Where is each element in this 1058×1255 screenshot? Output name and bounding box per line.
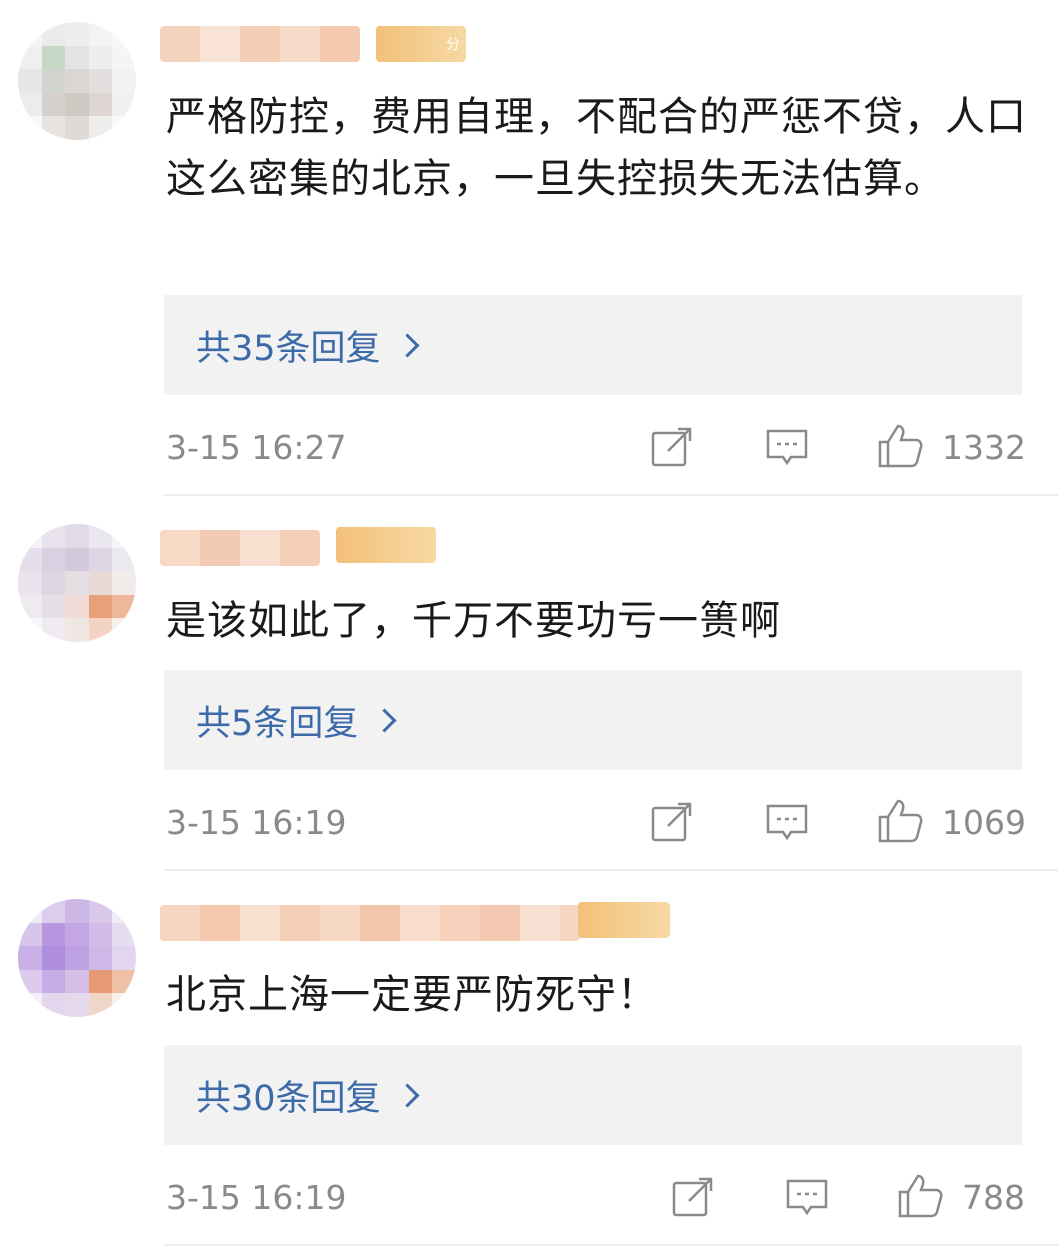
timestamp: 3-15 16:19 (166, 1178, 347, 1217)
timestamp: 3-15 16:27 (166, 428, 347, 467)
member-badge (578, 902, 670, 938)
comment-text: 严格防控，费用自理，不配合的严惩不贷，人口这么密集的北京，一旦失控损失无法估算。 (166, 94, 1027, 202)
comment-icon[interactable] (765, 425, 809, 469)
avatar[interactable] (18, 22, 136, 140)
share-icon[interactable] (650, 425, 694, 469)
comment-text: 是该如此了，千万不要功亏一篑啊 (166, 598, 781, 644)
avatar[interactable] (18, 524, 136, 642)
replies-link[interactable]: 共30条回复 (164, 1045, 1022, 1145)
like-count: 788 (962, 1178, 1025, 1217)
thumbs-up-icon[interactable] (876, 797, 924, 845)
thumbs-up-icon[interactable] (896, 1172, 944, 1220)
replies-link[interactable]: 共35条回复 (164, 295, 1022, 395)
chevron-right-icon (372, 707, 397, 733)
comment-text: 北京上海一定要严防死守！ (166, 972, 658, 1018)
replies-label: 共5条回复 (196, 703, 359, 744)
share-icon[interactable] (650, 800, 694, 844)
replies-label: 共35条回复 (196, 328, 381, 369)
like-count: 1332 (942, 428, 1026, 467)
badge-label: 分 (446, 37, 460, 53)
chevron-right-icon (395, 332, 420, 358)
member-badge: 分 (376, 26, 466, 62)
timestamp: 3-15 16:19 (166, 803, 347, 842)
member-badge (336, 527, 436, 563)
like-count: 1069 (942, 803, 1026, 842)
username[interactable] (160, 905, 580, 941)
avatar[interactable] (18, 899, 136, 1017)
username[interactable] (160, 530, 320, 566)
share-icon[interactable] (671, 1175, 715, 1219)
comment-icon[interactable] (765, 800, 809, 844)
replies-link[interactable]: 共5条回复 (164, 670, 1022, 770)
divider (164, 869, 1058, 871)
chevron-right-icon (395, 1082, 420, 1108)
divider (164, 1244, 1058, 1246)
thumbs-up-icon[interactable] (876, 422, 924, 470)
username[interactable] (160, 26, 360, 62)
divider (164, 494, 1058, 496)
comment-icon[interactable] (785, 1175, 829, 1219)
replies-label: 共30条回复 (196, 1078, 381, 1119)
